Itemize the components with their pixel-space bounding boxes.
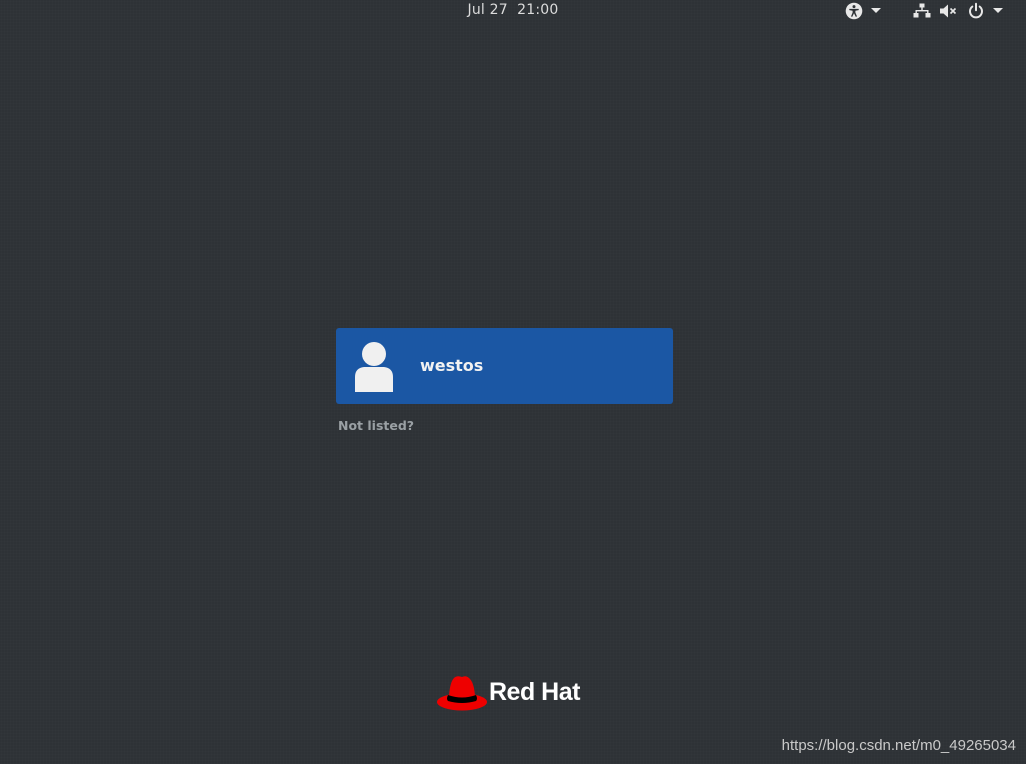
system-menu[interactable] xyxy=(913,1,1003,21)
top-bar: Jul 27 21:00 xyxy=(0,0,1026,22)
accessibility-icon xyxy=(845,2,863,20)
network-wired-icon xyxy=(913,3,931,19)
red-hat-logo: Red Hat xyxy=(436,672,596,714)
not-listed-link[interactable]: Not listed? xyxy=(338,418,414,433)
red-hat-logo-icon xyxy=(437,676,487,711)
user-avatar-icon xyxy=(352,340,396,394)
watermark: https://blog.csdn.net/m0_49265034 xyxy=(781,737,1016,754)
logo-text: Red Hat xyxy=(489,678,580,706)
dropdown-arrow-icon xyxy=(871,8,881,14)
accessibility-menu[interactable] xyxy=(845,1,881,21)
dropdown-arrow-icon xyxy=(993,8,1003,14)
user-list-item[interactable]: westos xyxy=(336,328,673,404)
volume-muted-icon xyxy=(939,3,959,19)
power-icon xyxy=(967,2,985,20)
user-name: westos xyxy=(420,356,484,375)
